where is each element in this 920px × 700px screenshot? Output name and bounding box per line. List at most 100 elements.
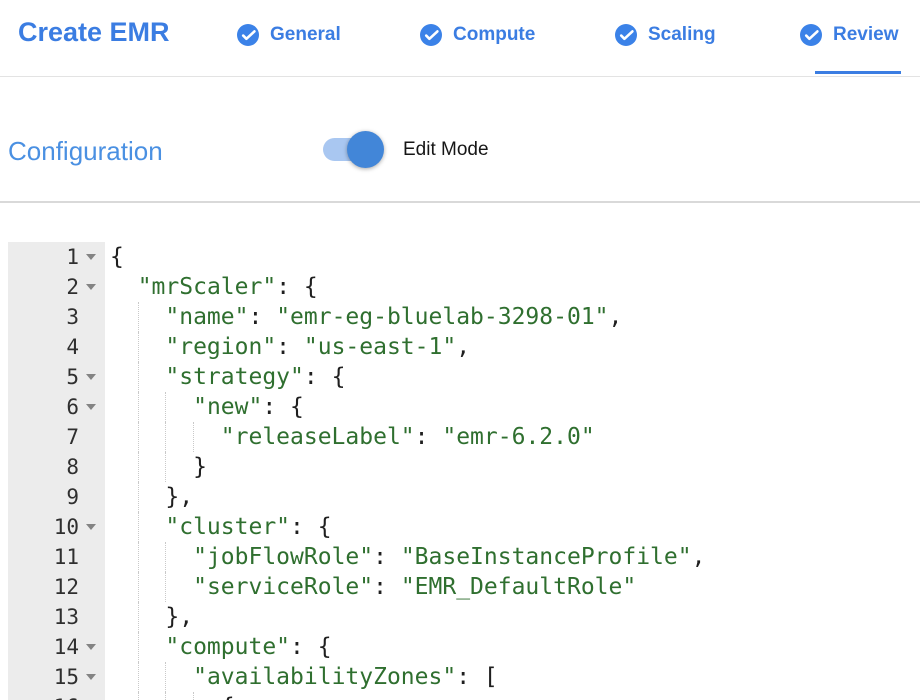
- indent-guide: [138, 332, 139, 362]
- code-punctuation: {: [110, 244, 124, 270]
- wizard-header: Create EMR General Compute Scaling Review: [0, 0, 920, 77]
- code-line-content[interactable]: "cluster": {: [105, 512, 920, 542]
- gutter-cell: 4: [0, 332, 105, 362]
- indent-guide: [193, 692, 194, 700]
- gutter-cell: 13: [0, 602, 105, 632]
- indent-guide: [138, 602, 139, 632]
- code-line-content[interactable]: {: [105, 692, 920, 700]
- code-lines: 1{2 "mrScaler": {3 "name": "emr-eg-bluel…: [0, 242, 920, 700]
- indent-guide: [165, 422, 166, 452]
- code-line-content[interactable]: "name": "emr-eg-bluelab-3298-01",: [105, 302, 920, 332]
- fold-slot: [86, 284, 105, 290]
- code-line[interactable]: 7 "releaseLabel": "emr-6.2.0": [0, 422, 920, 452]
- code-punctuation: : {: [262, 394, 304, 420]
- indent-guide: [165, 572, 166, 602]
- json-code-editor[interactable]: 1{2 "mrScaler": {3 "name": "emr-eg-bluel…: [0, 242, 920, 700]
- code-line[interactable]: 5 "strategy": {: [0, 362, 920, 392]
- indent-guide: [138, 392, 139, 422]
- code-string: "availabilityZones": [193, 664, 456, 690]
- tab-compute[interactable]: Compute: [420, 23, 535, 46]
- fold-slot: [86, 374, 105, 380]
- code-line-content[interactable]: "new": {: [105, 392, 920, 422]
- fold-slot: [86, 674, 105, 680]
- line-number: 11: [54, 542, 86, 572]
- code-string: "region": [165, 334, 276, 360]
- tab-label: Review: [833, 24, 898, 46]
- fold-arrow-icon[interactable]: [86, 404, 96, 410]
- code-line-content[interactable]: "releaseLabel": "emr-6.2.0": [105, 422, 920, 452]
- line-number: 10: [54, 512, 86, 542]
- code-punctuation: : {: [304, 364, 346, 390]
- indent-guide: [165, 662, 166, 692]
- code-line-content[interactable]: "serviceRole": "EMR_DefaultRole": [105, 572, 920, 602]
- line-number: 9: [66, 482, 86, 512]
- line-number: 1: [66, 242, 86, 272]
- code-punctuation: ,: [609, 304, 623, 330]
- tab-scaling[interactable]: Scaling: [615, 23, 716, 46]
- code-line[interactable]: 4 "region": "us-east-1",: [0, 332, 920, 362]
- check-circle-icon: [420, 24, 442, 46]
- indent-guide: [138, 422, 139, 452]
- code-line-content[interactable]: "compute": {: [105, 632, 920, 662]
- code-line[interactable]: 3 "name": "emr-eg-bluelab-3298-01",: [0, 302, 920, 332]
- edit-mode-toggle[interactable]: [323, 128, 385, 170]
- code-string: "mrScaler": [138, 274, 276, 300]
- gutter-cell: 8: [0, 452, 105, 482]
- code-line[interactable]: 2 "mrScaler": {: [0, 272, 920, 302]
- code-line-content[interactable]: },: [105, 482, 920, 512]
- code-line[interactable]: 6 "new": {: [0, 392, 920, 422]
- check-circle-icon: [615, 24, 637, 46]
- code-line-content[interactable]: "availabilityZones": [: [105, 662, 920, 692]
- indent-guide: [138, 362, 139, 392]
- tab-general[interactable]: General: [237, 23, 341, 46]
- code-line-content[interactable]: "strategy": {: [105, 362, 920, 392]
- code-line[interactable]: 10 "cluster": {: [0, 512, 920, 542]
- code-line[interactable]: 9 },: [0, 482, 920, 512]
- indent-guide: [165, 542, 166, 572]
- code-line-content[interactable]: "mrScaler": {: [105, 272, 920, 302]
- indent-guide: [138, 512, 139, 542]
- code-punctuation: {: [221, 694, 235, 700]
- line-number: 5: [66, 362, 86, 392]
- fold-arrow-icon[interactable]: [86, 674, 96, 680]
- fold-arrow-icon[interactable]: [86, 644, 96, 650]
- code-line-content[interactable]: {: [105, 242, 920, 272]
- code-line-content[interactable]: "jobFlowRole": "BaseInstanceProfile",: [105, 542, 920, 572]
- gutter-cell: 5: [0, 362, 105, 392]
- gutter-cell: 2: [0, 272, 105, 302]
- code-line[interactable]: 1{: [0, 242, 920, 272]
- tab-label: Scaling: [648, 24, 716, 46]
- code-punctuation: ,: [456, 334, 470, 360]
- code-punctuation: :: [276, 334, 304, 360]
- fold-arrow-icon[interactable]: [86, 254, 96, 260]
- gutter-cell: 3: [0, 302, 105, 332]
- tab-review[interactable]: Review: [800, 23, 898, 46]
- code-punctuation: :: [373, 574, 401, 600]
- code-line-content[interactable]: }: [105, 452, 920, 482]
- fold-arrow-icon[interactable]: [86, 524, 96, 530]
- code-string: "emr-6.2.0": [442, 424, 594, 450]
- code-line[interactable]: 16 {: [0, 692, 920, 700]
- line-number: 15: [54, 662, 86, 692]
- code-string: "jobFlowRole": [193, 544, 373, 570]
- code-punctuation: ,: [692, 544, 706, 570]
- indent-guide: [138, 662, 139, 692]
- code-line[interactable]: 8 }: [0, 452, 920, 482]
- gutter-cell: 15: [0, 662, 105, 692]
- code-line[interactable]: 14 "compute": {: [0, 632, 920, 662]
- code-line[interactable]: 11 "jobFlowRole": "BaseInstanceProfile",: [0, 542, 920, 572]
- indent-spaces: [110, 274, 138, 300]
- code-punctuation: },: [165, 604, 193, 630]
- fold-arrow-icon[interactable]: [86, 284, 96, 290]
- code-line-content[interactable]: "region": "us-east-1",: [105, 332, 920, 362]
- fold-arrow-icon[interactable]: [86, 374, 96, 380]
- code-line-content[interactable]: },: [105, 602, 920, 632]
- code-line[interactable]: 15 "availabilityZones": [: [0, 662, 920, 692]
- code-punctuation: }: [193, 454, 207, 480]
- line-number: 6: [66, 392, 86, 422]
- code-line[interactable]: 13 },: [0, 602, 920, 632]
- code-line[interactable]: 12 "serviceRole": "EMR_DefaultRole": [0, 572, 920, 602]
- indent-spaces: [110, 544, 193, 570]
- page-title: Create EMR: [18, 17, 170, 48]
- check-circle-icon: [237, 24, 259, 46]
